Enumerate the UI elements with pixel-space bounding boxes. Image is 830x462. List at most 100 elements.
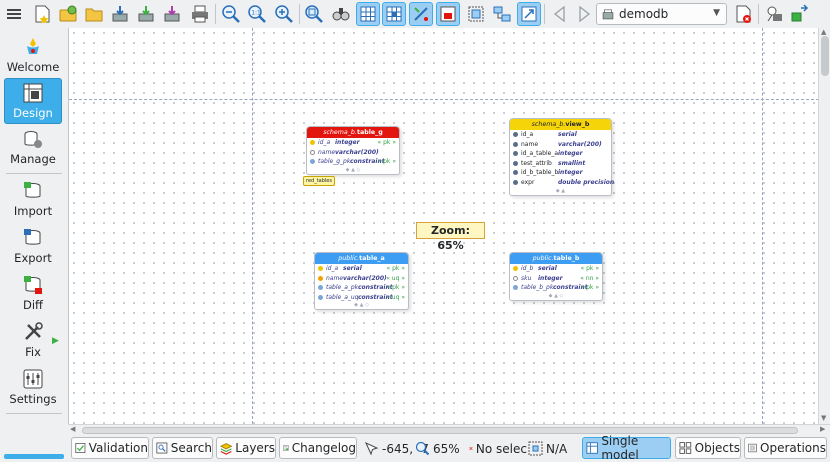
database-select-value: demodb [619, 7, 669, 21]
table-header: public.table_a [315, 253, 408, 264]
sidebar-item-label: Welcome [6, 60, 60, 74]
view-schema-b-view-b[interactable]: schema_b.view_b id_a serial name varchar(2… [509, 118, 614, 196]
sidebar-item-settings[interactable]: Settings [4, 365, 62, 411]
operations-button[interactable]: Operations [744, 437, 827, 459]
save-as-icon[interactable] [134, 2, 158, 26]
close-model-icon[interactable] [731, 2, 755, 26]
table-header: schema_b.table_g [307, 127, 399, 138]
sidebar-item-label: Export [14, 251, 52, 265]
scroll-handle[interactable] [821, 36, 829, 76]
expand-arrow-icon[interactable]: ▶ [52, 336, 59, 346]
import-icon [24, 182, 41, 198]
zoom-in-icon[interactable] [272, 2, 296, 26]
diff-sync-icon[interactable] [788, 2, 812, 26]
validation-label: Validation [88, 441, 148, 455]
view-footer: ◆ ▲ [555, 187, 566, 194]
forward-arrow-icon[interactable] [572, 2, 596, 26]
search-label: Search [170, 441, 212, 455]
database-select[interactable]: demodb ▼ [596, 3, 727, 25]
view-column[interactable]: id_b_table_b integer [510, 168, 611, 178]
selection-size: N/A [528, 441, 567, 456]
sidebar-item-design[interactable]: Design [4, 78, 62, 124]
table-constraint[interactable]: table_a_pk constraint « pk » [315, 283, 408, 293]
view-column[interactable]: id_a_table_a integer [510, 149, 611, 159]
sidebar-item-diff[interactable]: Diff [4, 271, 62, 317]
align-to-grid-icon[interactable] [382, 2, 406, 26]
status-bar: Validation Search Layers Changelog -645,… [68, 434, 830, 462]
zoom-normal-icon[interactable]: 1:1 [245, 2, 269, 26]
overlay-icon[interactable] [436, 2, 460, 26]
table-column[interactable]: id_b serial « pk » [510, 264, 602, 274]
objects-label: Objects [694, 441, 740, 455]
page-delimiter [252, 28, 253, 424]
sidebar-item-label: Manage [10, 152, 56, 166]
design-icon [23, 83, 43, 103]
main-sidebar: Welcome Design Manage Import Export Diff… [0, 28, 66, 462]
table-public-table-a[interactable]: public.table_a id_a serial « pk » name varc… [314, 252, 409, 311]
scroll-handle[interactable] [82, 427, 798, 434]
table-constraint[interactable]: table_b_pk constraint « pk » [510, 283, 602, 293]
objects-button[interactable]: Objects [675, 437, 741, 459]
sidebar-item-export[interactable]: Export [4, 224, 62, 270]
sidebar-item-manage[interactable]: Manage [4, 125, 62, 171]
sidebar-item-welcome[interactable]: Welcome [4, 33, 62, 79]
new-from-database-icon[interactable] [56, 2, 80, 26]
sidebar-item-label: Settings [9, 392, 57, 406]
find-binoculars-icon[interactable] [329, 2, 353, 26]
sidebar-item-label: Design [13, 106, 53, 120]
table-schema-b-table-g[interactable]: schema_b.table_g id_a integer « pk » name v… [306, 126, 400, 175]
scroll-down-icon[interactable]: ▼ [821, 414, 826, 422]
back-arrow-icon[interactable] [548, 2, 572, 26]
view-column[interactable]: test_attrib smallint [510, 159, 611, 169]
menu-icon[interactable] [2, 2, 26, 26]
layers-button[interactable]: Layers [216, 437, 276, 459]
table-constraint[interactable]: table_a_uq constraint « uq » [315, 293, 408, 303]
table-column[interactable]: name varchar(200) [307, 148, 399, 158]
print-icon[interactable] [188, 2, 212, 26]
view-header: schema_b.view_b [510, 119, 611, 130]
single-model-icon [586, 442, 598, 454]
page-delimiter [69, 99, 818, 100]
table-column[interactable]: id_a integer « pk » [307, 138, 399, 148]
scroll-right-icon[interactable]: ▶ [820, 425, 825, 433]
save-all-icon[interactable] [160, 2, 184, 26]
arrange-objects-icon[interactable] [490, 2, 514, 26]
open-folder-icon[interactable] [82, 2, 106, 26]
validation-button[interactable]: Validation [71, 437, 149, 459]
sidebar-item-import[interactable]: Import [4, 177, 62, 223]
table-public-table-b[interactable]: public.table_b id_b serial « pk » sku integ… [509, 252, 603, 301]
adjust-zoom-icon[interactable] [302, 2, 326, 26]
view-column[interactable]: expr double precision [510, 178, 614, 188]
settings-icon [23, 369, 43, 389]
objects-icon [679, 442, 692, 454]
table-column[interactable]: id_a serial « pk » [315, 264, 408, 274]
table-column[interactable]: sku integer « nn » [510, 274, 602, 284]
operations-label: Operations [760, 441, 826, 455]
show-grid-icon[interactable] [356, 2, 380, 26]
fullscreen-icon[interactable] [517, 2, 541, 26]
table-constraint[interactable]: table_g_pk constraint « pk » [307, 157, 399, 167]
welcome-icon [27, 38, 39, 54]
scroll-left-icon[interactable]: ◀ [70, 425, 75, 433]
vertical-scrollbar[interactable]: ▲ ▼ [818, 28, 830, 424]
zoom-out-icon[interactable] [219, 2, 243, 26]
changelog-icon [283, 445, 289, 451]
changelog-button[interactable]: Changelog [279, 437, 357, 459]
design-canvas[interactable]: schema_b.table_g id_a integer « pk » name v… [68, 28, 818, 424]
view-column[interactable]: id_a serial [510, 130, 611, 140]
search-button[interactable]: Search [152, 437, 213, 459]
single-model-button[interactable]: Single model [582, 434, 671, 462]
horizontal-scrollbar[interactable]: ◀ ▶ [68, 424, 830, 435]
scroll-up-icon[interactable]: ▲ [821, 28, 826, 36]
table-footer: ◆ ▲ ◇ [548, 292, 564, 299]
operations-icon [748, 443, 757, 453]
table-column[interactable]: name varchar(200) « uq » [315, 274, 408, 284]
show-delimiters-icon[interactable] [409, 2, 433, 26]
save-icon[interactable] [108, 2, 132, 26]
new-model-icon[interactable] [30, 2, 54, 26]
database-icon [602, 9, 614, 20]
single-model-label: Single model [601, 434, 639, 462]
select-objects-icon[interactable] [464, 2, 488, 26]
view-column[interactable]: name varchar(200) [510, 140, 611, 150]
db-connection-icon[interactable] [762, 2, 786, 26]
